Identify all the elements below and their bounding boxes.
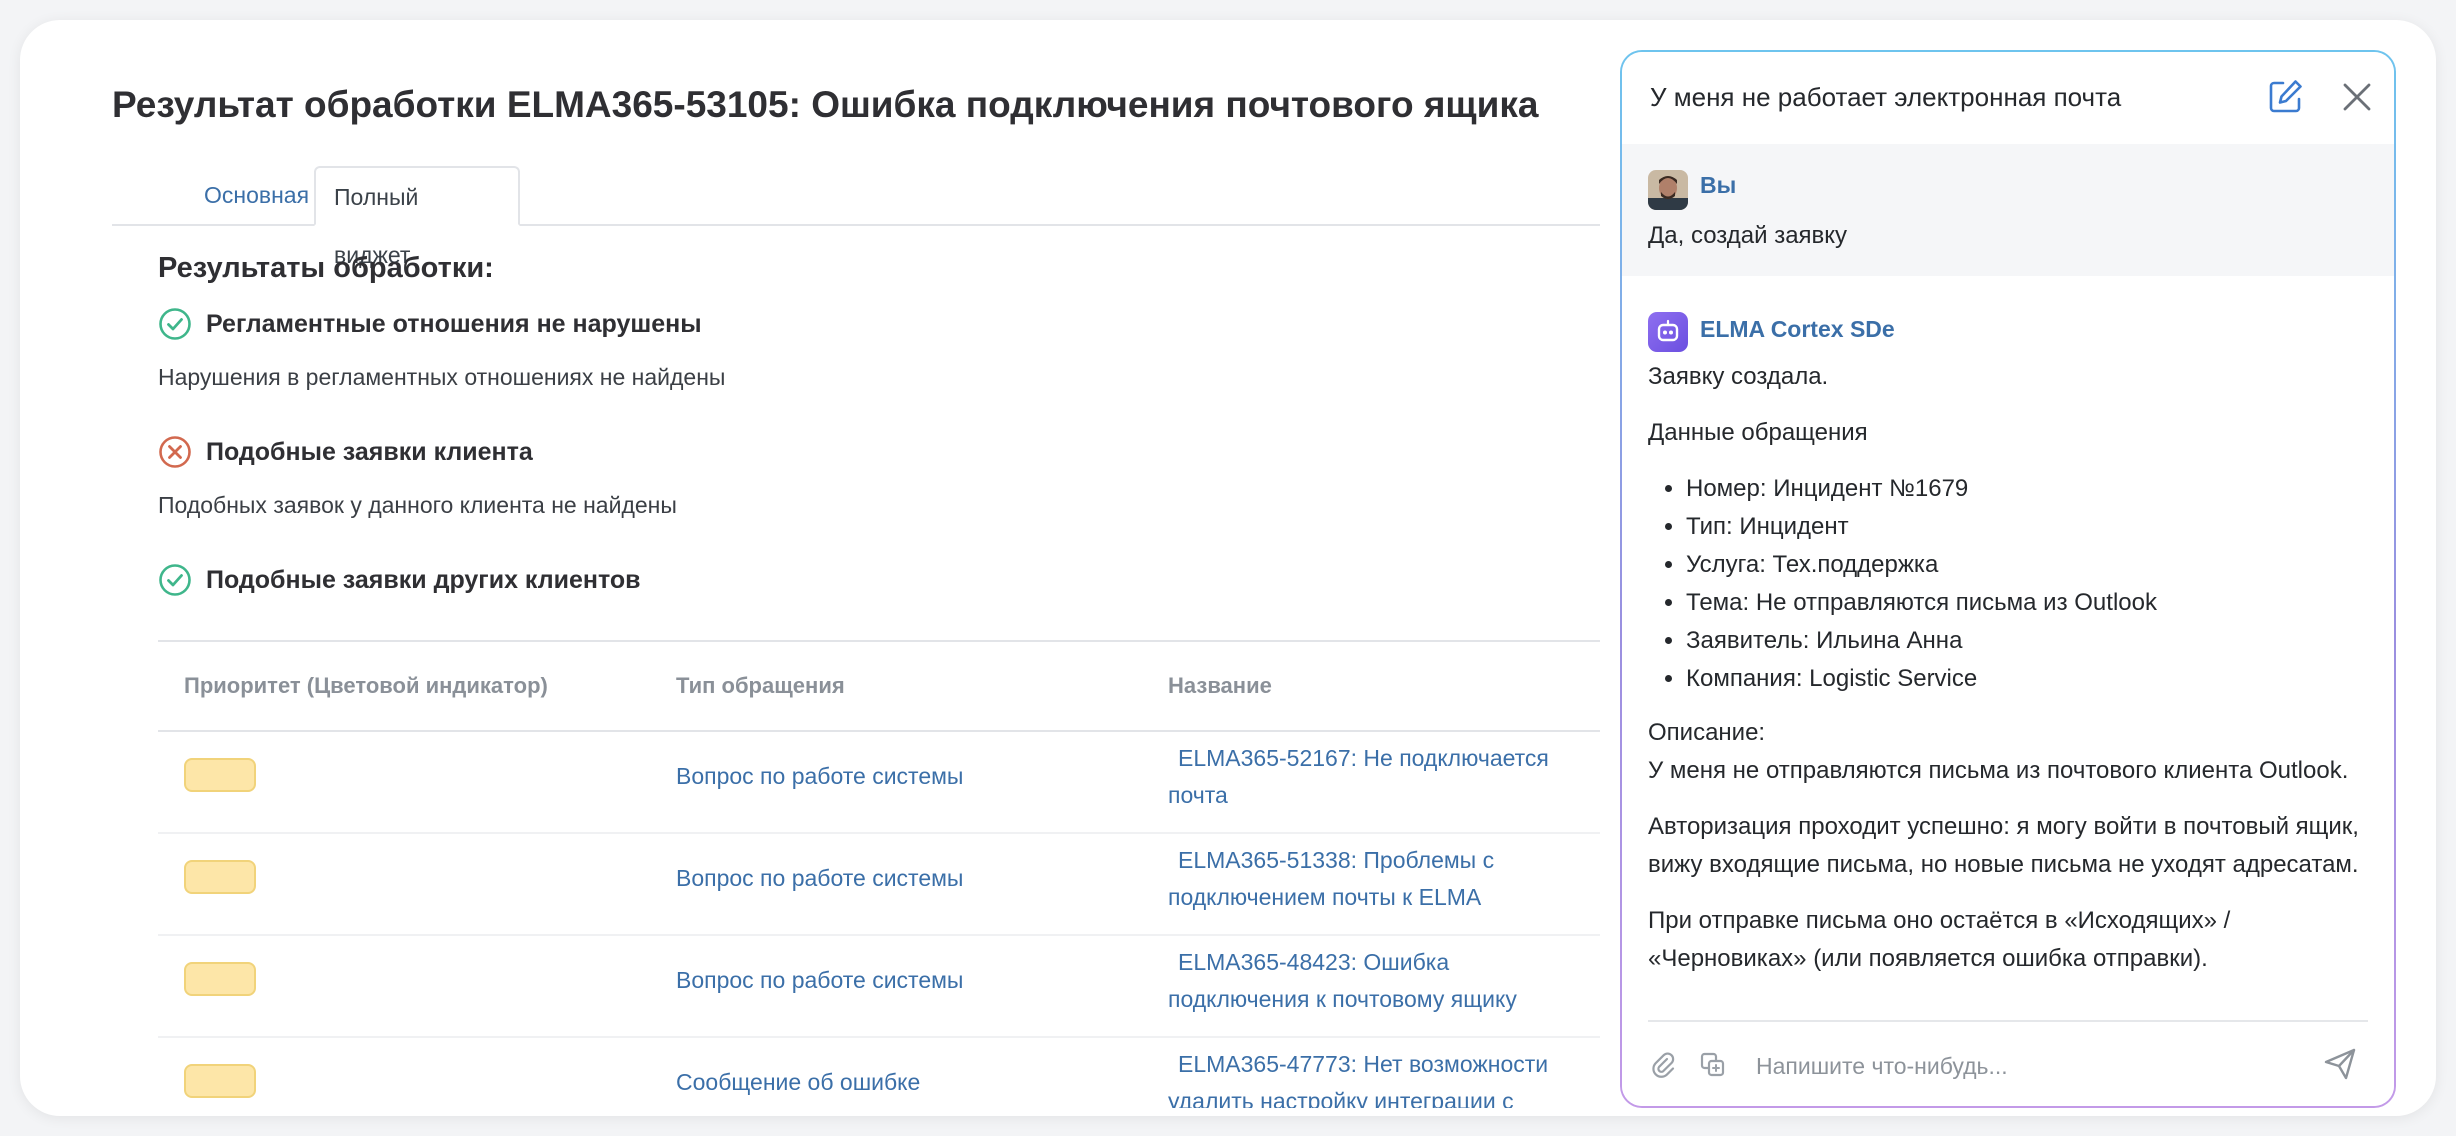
tab-main[interactable]: Основная (186, 166, 310, 224)
check-description: Нарушения в регламентных отношениях не н… (158, 364, 726, 390)
chat-input[interactable] (1754, 1040, 2278, 1092)
list-item: Тема: Не отправляются письма из Outlook (1686, 584, 2378, 622)
request-name-text: ELMA365-47773: Нет возможности удалить н… (1168, 1051, 1549, 1108)
request-name-link[interactable]: ELMA365-48423: Ошибка подключения к почт… (1168, 944, 1588, 1018)
results-title: Результаты обработки: (158, 252, 494, 284)
user-sender-name: Вы (1700, 172, 1737, 198)
bot-icon (1648, 312, 1688, 352)
list-item: Компания: Logistic Service (1686, 660, 2378, 698)
bot-description: Описание: У меня не отправляются письма … (1648, 714, 2378, 790)
column-header-priority[interactable]: Приоритет (Цветовой индикатор) (184, 642, 548, 730)
tab-full-widget[interactable]: Полный виджет (314, 166, 520, 268)
check-title: Подобные заявки клиента (206, 437, 533, 466)
priority-indicator (184, 758, 256, 792)
chat-input-bar (1622, 1020, 2394, 1106)
request-name-link[interactable]: ELMA365-47773: Нет возможности удалить н… (1168, 1046, 1588, 1108)
priority-indicator (184, 1064, 256, 1098)
copy-icon[interactable] (1698, 1050, 1728, 1080)
close-icon[interactable] (2334, 74, 2380, 120)
send-icon[interactable] (2318, 1042, 2362, 1086)
check-description: Подобных заявок у данного клиента не най… (158, 492, 677, 518)
list-item: Услуга: Тех.поддержка (1686, 546, 2378, 584)
check-title: Подобные заявки других клиентов (206, 565, 641, 594)
bot-paragraph: Авторизация проходит успешно: я могу вой… (1648, 813, 2359, 878)
check-circle-icon (159, 564, 191, 596)
app-window: Результат обработки ELMA365-53105: Ошибк… (20, 20, 2436, 1116)
column-header-type[interactable]: Тип обращения (676, 642, 845, 730)
table-row[interactable]: Вопрос по работе системы ELMA365-48423: … (158, 936, 1600, 1038)
similar-requests-table: Приоритет (Цветовой индикатор) Тип обращ… (158, 640, 1600, 1108)
request-name-text: ELMA365-52167: Не подключается почта (1168, 745, 1549, 808)
user-message: Вы Да, создай заявку (1622, 144, 2394, 276)
list-item: Номер: Инцидент №1679 (1686, 470, 2378, 508)
bot-message: Заявку создала. Данные обращения Номер: … (1648, 358, 2378, 996)
request-details-list: Номер: Инцидент №1679 Тип: Инцидент Услу… (1648, 470, 2378, 698)
request-name-link[interactable]: ELMA365-52167: Не подключается почта (1168, 740, 1588, 814)
table-row[interactable]: Вопрос по работе системы ELMA365-52167: … (158, 732, 1600, 834)
request-type-link[interactable]: Вопрос по работе системы (676, 732, 963, 820)
table-header: Приоритет (Цветовой индикатор) Тип обращ… (158, 640, 1600, 732)
result-panel: Результат обработки ELMA365-53105: Ошибк… (48, 48, 1600, 1108)
user-avatar (1648, 170, 1688, 210)
user-message-text: Да, создай заявку (1648, 222, 1848, 249)
request-name-link[interactable]: ELMA365-51338: Проблемы с подключением п… (1168, 842, 1588, 916)
list-item: Заявитель: Ильина Анна (1686, 622, 2378, 660)
table-row[interactable]: Вопрос по работе системы ELMA365-51338: … (158, 834, 1600, 936)
check-title: Регламентные отношения не нарушены (206, 309, 702, 338)
request-type-link[interactable]: Вопрос по работе системы (676, 936, 963, 1024)
request-name-text: ELMA365-51338: Проблемы с подключением п… (1168, 847, 1495, 910)
check-regulation: Регламентные отношения не нарушены (158, 306, 702, 342)
tab-bar: Основная Полный виджет (112, 166, 1600, 268)
priority-indicator (184, 860, 256, 894)
request-type-link[interactable]: Сообщение об ошибке (676, 1038, 920, 1108)
chat-panel: У меня не работает электронная почта Вы … (1620, 50, 2396, 1108)
chat-header: У меня не работает электронная почта (1622, 52, 2394, 146)
bot-paragraph: При отправке письма оно остаётся в «Исхо… (1648, 907, 2231, 972)
column-header-name[interactable]: Название (1168, 642, 1272, 730)
bot-data-title: Данные обращения (1648, 419, 1868, 446)
list-item: Тип: Инцидент (1686, 508, 2378, 546)
paperclip-icon[interactable] (1648, 1050, 1678, 1080)
divider (1648, 1020, 2368, 1022)
edit-icon[interactable] (2262, 74, 2308, 120)
request-type-link[interactable]: Вопрос по работе системы (676, 834, 963, 922)
bot-intro: Заявку создала. (1648, 363, 1829, 390)
table-row[interactable]: Сообщение об ошибке ELMA365-47773: Нет в… (158, 1038, 1600, 1108)
chat-title: У меня не работает электронная почта (1650, 82, 2122, 112)
cross-circle-icon (159, 436, 191, 468)
check-client-requests: Подобные заявки клиента (158, 434, 533, 470)
bot-description-text: У меня не отправляются письма из почтово… (1648, 757, 2349, 784)
bot-sender-name: ELMA Cortex SDe (1700, 316, 1895, 342)
priority-indicator (184, 962, 256, 996)
check-circle-icon (159, 308, 191, 340)
page-title: Результат обработки ELMA365-53105: Ошибк… (112, 84, 1539, 125)
request-name-text: ELMA365-48423: Ошибка подключения к почт… (1168, 949, 1517, 1012)
check-other-clients: Подобные заявки других клиентов (158, 562, 641, 598)
bot-description-label: Описание: (1648, 719, 1766, 746)
